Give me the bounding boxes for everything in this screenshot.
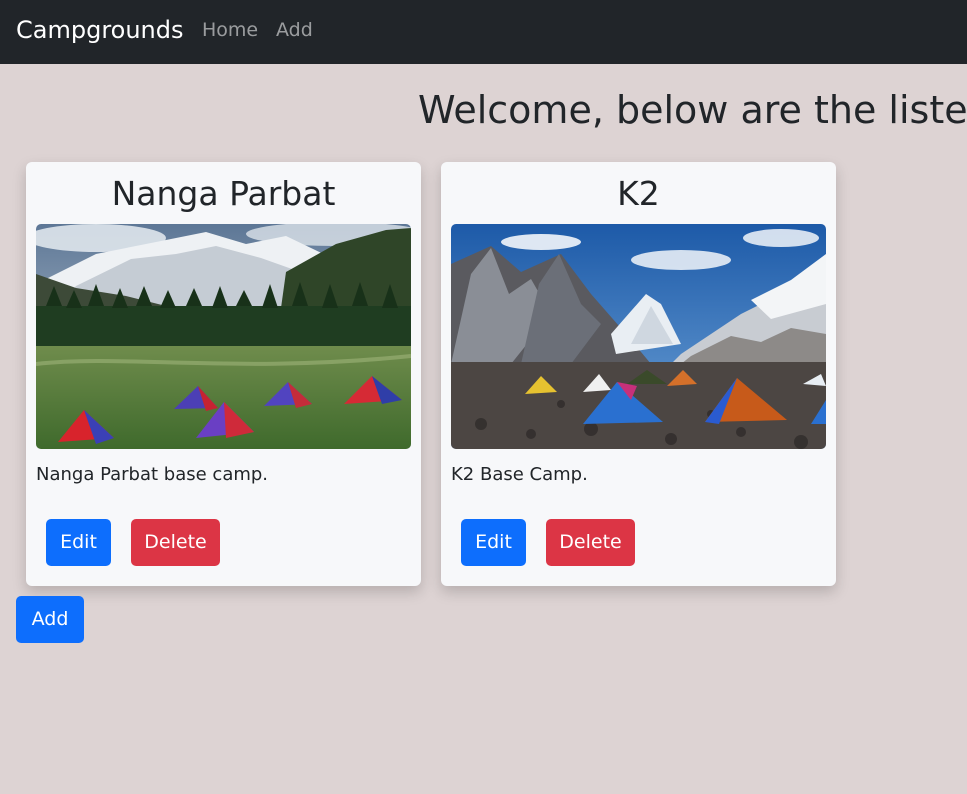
page-title: Welcome, below are the listed (418, 88, 967, 132)
card-description: Nanga Parbat base camp. (36, 464, 269, 485)
edit-button[interactable]: Edit (46, 519, 111, 566)
card-title: K2 (617, 174, 660, 213)
nav-home-link[interactable]: Home (202, 18, 258, 42)
campground-card-nanga-parbat: Nanga Parbat Nanga Parbat base camp. Edi… (26, 162, 421, 586)
add-campground-button[interactable]: Add (16, 596, 84, 643)
delete-button[interactable]: Delete (546, 519, 635, 566)
card-description: K2 Base Camp. (451, 464, 588, 485)
edit-button[interactable]: Edit (461, 519, 526, 566)
navbar: Campgrounds Home Add (0, 0, 967, 64)
campground-image (451, 224, 826, 449)
campground-card-k2: K2 K2 Base Camp. Edit Delete (441, 162, 836, 586)
campground-image (36, 224, 411, 449)
delete-button[interactable]: Delete (131, 519, 220, 566)
card-title: Nanga Parbat (111, 174, 336, 213)
brand-link[interactable]: Campgrounds (16, 14, 184, 46)
nav-add-link[interactable]: Add (276, 18, 313, 42)
